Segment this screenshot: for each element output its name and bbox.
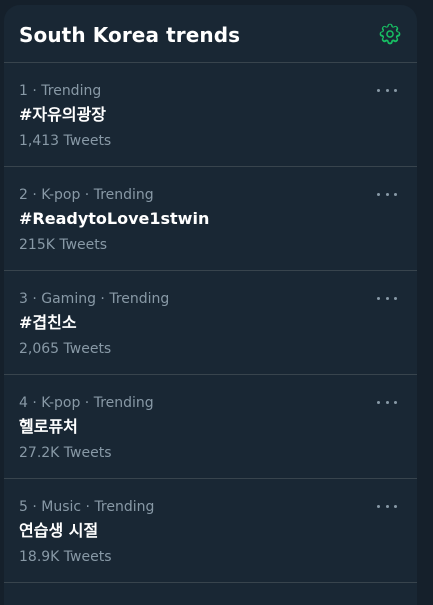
trend-item[interactable]: 3 · Gaming · Trending #겹친소 2,065 Tweets xyxy=(4,271,417,375)
trends-header: South Korea trends xyxy=(4,5,417,63)
more-horizontal-icon xyxy=(377,88,380,92)
more-options-button[interactable] xyxy=(377,293,397,303)
trend-tweet-count: 27.2K Tweets xyxy=(19,445,112,461)
settings-button[interactable] xyxy=(375,19,405,49)
more-horizontal-icon xyxy=(377,296,380,300)
page-title: South Korea trends xyxy=(19,22,241,47)
more-horizontal-icon xyxy=(377,400,380,404)
trend-item[interactable]: 2 · K-pop · Trending #ReadytoLove1stwin … xyxy=(4,167,417,271)
trend-meta: 3 · Gaming · Trending xyxy=(19,291,170,307)
trend-meta: 1 · Trending xyxy=(19,83,102,99)
trend-meta: 5 · Music · Trending xyxy=(19,499,155,515)
trend-item[interactable]: 4 · K-pop · Trending 헬로퓨처 27.2K Tweets xyxy=(4,375,417,479)
trend-tweet-count: 1,413 Tweets xyxy=(19,133,112,149)
more-horizontal-icon xyxy=(377,192,380,196)
trend-name: #자유의광장 xyxy=(19,105,107,124)
trend-item[interactable]: 1 · Trending #자유의광장 1,413 Tweets xyxy=(4,63,417,167)
trend-tweet-count: 215K Tweets xyxy=(19,237,108,253)
trend-item[interactable]: 5 · Music · Trending 연습생 시절 18.9K Tweets xyxy=(4,479,417,583)
more-options-button[interactable] xyxy=(377,189,397,199)
trend-tweet-count: 18.9K Tweets xyxy=(19,549,112,565)
trend-tweet-count: 2,065 Tweets xyxy=(19,341,112,357)
trend-meta: 4 · K-pop · Trending xyxy=(19,395,154,411)
trend-name: 헬로퓨처 xyxy=(19,417,78,436)
trend-name: 연습생 시절 xyxy=(19,521,99,540)
more-options-button[interactable] xyxy=(377,397,397,407)
trend-meta: 2 · K-pop · Trending xyxy=(19,187,154,203)
more-options-button[interactable] xyxy=(377,501,397,511)
trend-name: #ReadytoLove1stwin xyxy=(19,209,210,228)
trends-panel: South Korea trends 1 · Trending #자유의광장 1… xyxy=(4,5,417,605)
more-horizontal-icon xyxy=(377,504,380,508)
trend-name: #겹친소 xyxy=(19,313,77,332)
gear-icon xyxy=(379,23,401,44)
more-options-button[interactable] xyxy=(377,85,397,95)
